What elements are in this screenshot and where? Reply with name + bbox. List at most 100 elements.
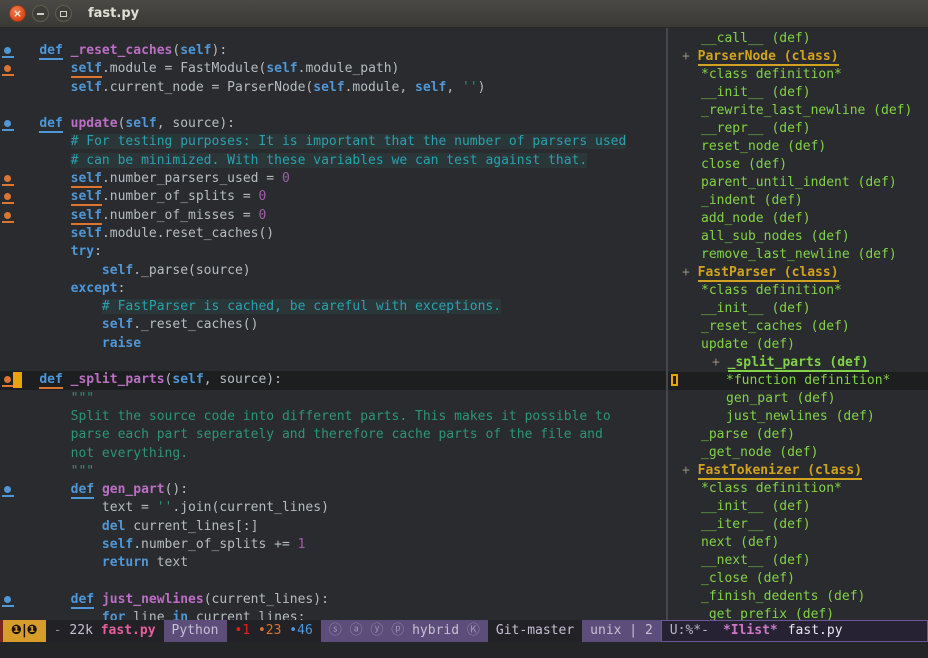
code-token: def: [39, 43, 62, 60]
code-pane[interactable]: def _reset_caches(self): self.module = F…: [0, 28, 666, 620]
code-line[interactable]: # For testing purposes: It is important …: [0, 133, 666, 151]
modeline-major-mode[interactable]: Python: [164, 620, 227, 642]
code-line[interactable]: for line in current_lines:: [0, 609, 666, 620]
code-token: update: [71, 116, 118, 131]
imenu-item[interactable]: add_node (def): [668, 210, 928, 228]
imenu-item[interactable]: __iter__ (def): [668, 516, 928, 534]
imenu-pane[interactable]: __call__ (def)+ ParserNode (class)*class…: [668, 28, 928, 620]
code-token: def: [39, 372, 62, 389]
code-line[interactable]: Split the source code into different par…: [0, 408, 666, 426]
modeline-git-branch[interactable]: Git-master: [488, 620, 582, 642]
imenu-item[interactable]: _parse (def): [668, 426, 928, 444]
code-line[interactable]: parse each part seperately and therefore…: [0, 426, 666, 444]
minimize-button[interactable]: [32, 5, 49, 22]
code-token: :: [94, 244, 102, 259]
bookmark-underline: [2, 221, 14, 223]
code-line[interactable]: def update(self, source):: [0, 115, 666, 133]
modeline-encoding[interactable]: unix | 2: [582, 620, 661, 642]
imenu-label: add_node (def): [701, 211, 811, 226]
code-line[interactable]: self.number_of_misses = 0: [0, 207, 666, 225]
imenu-item[interactable]: __repr__ (def): [668, 120, 928, 138]
imenu-item[interactable]: _get_node (def): [668, 444, 928, 462]
code-line[interactable]: self.number_parsers_used = 0: [0, 170, 666, 188]
code-line[interactable]: return text: [0, 554, 666, 572]
imenu-item[interactable]: __call__ (def): [668, 30, 928, 48]
code-token: .number_of_splits +=: [133, 537, 297, 552]
modeline-imenu-window[interactable]: U:%*- *Ilist* fast.py: [661, 620, 928, 642]
imenu-item[interactable]: reset_node (def): [668, 138, 928, 156]
bookmark-dot-icon: [4, 212, 11, 219]
imenu-item[interactable]: remove_last_newline (def): [668, 246, 928, 264]
imenu-label: reset_node (def): [701, 139, 826, 154]
code-line[interactable]: """: [0, 463, 666, 481]
modeline-flycheck-counts[interactable]: •1 •23 •46: [227, 620, 321, 642]
imenu-item[interactable]: _get_prefix (def): [668, 606, 928, 620]
code-token: [8, 519, 102, 534]
code-line[interactable]: not everything.: [0, 445, 666, 463]
imenu-item[interactable]: __init__ (def): [668, 300, 928, 318]
code-line[interactable]: def _reset_caches(self):: [0, 42, 666, 60]
code-line[interactable]: text = ''.join(current_lines): [0, 499, 666, 517]
imenu-item[interactable]: gen_part (def): [668, 390, 928, 408]
imenu-item[interactable]: parent_until_indent (def): [668, 174, 928, 192]
code-token: # FastParser is cached, be careful with …: [102, 299, 501, 314]
code-line[interactable]: try:: [0, 243, 666, 261]
imenu-item[interactable]: _rewrite_last_newline (def): [668, 102, 928, 120]
imenu-item[interactable]: *class definition*: [668, 480, 928, 498]
code-token: except: [71, 281, 118, 296]
code-token: [8, 592, 71, 607]
code-line[interactable]: # FastParser is cached, be careful with …: [0, 298, 666, 316]
imenu-item[interactable]: _reset_caches (def): [668, 318, 928, 336]
maximize-button[interactable]: [55, 5, 72, 22]
imenu-item[interactable]: __next__ (def): [668, 552, 928, 570]
code-line[interactable]: def _split_parts(self, source):: [0, 371, 666, 389]
imenu-item[interactable]: _indent (def): [668, 192, 928, 210]
code-token: _split_parts: [71, 372, 165, 387]
code-line[interactable]: del current_lines[:]: [0, 518, 666, 536]
imenu-item[interactable]: next (def): [668, 534, 928, 552]
modeline-window-numbers[interactable]: ❶|❶: [0, 620, 46, 642]
imenu-item[interactable]: __init__ (def): [668, 498, 928, 516]
code-token: [8, 537, 102, 552]
imenu-label: __repr__ (def): [701, 121, 811, 136]
code-line[interactable]: def gen_part():: [0, 481, 666, 499]
imenu-item[interactable]: + _split_parts (def): [668, 354, 928, 372]
imenu-item[interactable]: + FastTokenizer (class): [668, 462, 928, 480]
imenu-label: FastTokenizer (class): [698, 463, 862, 480]
close-button[interactable]: ×: [9, 5, 26, 22]
imenu-item[interactable]: *class definition*: [668, 66, 928, 84]
modeline-buffer-info[interactable]: - 22k fast.py: [46, 620, 164, 642]
code-line[interactable]: except:: [0, 280, 666, 298]
imenu-item[interactable]: __init__ (def): [668, 84, 928, 102]
imenu-item[interactable]: + FastParser (class): [668, 264, 928, 282]
code-token: del: [102, 519, 125, 534]
code-token: self: [71, 189, 102, 206]
imenu-item[interactable]: just_newlines (def): [668, 408, 928, 426]
code-line[interactable]: def just_newlines(current_lines):: [0, 591, 666, 609]
imenu-item[interactable]: _finish_dedents (def): [668, 588, 928, 606]
code-token: ): [478, 80, 486, 95]
code-line[interactable]: self.module.reset_caches(): [0, 225, 666, 243]
imenu-item[interactable]: all_sub_nodes (def): [668, 228, 928, 246]
code-token: [94, 482, 102, 497]
code-line[interactable]: self.number_of_splits += 1: [0, 536, 666, 554]
code-line[interactable]: self.number_of_splits = 0: [0, 188, 666, 206]
imenu-item[interactable]: *class definition*: [668, 282, 928, 300]
imenu-item[interactable]: _close (def): [668, 570, 928, 588]
code-line[interactable]: raise: [0, 335, 666, 353]
code-line[interactable]: self.current_node = ParserNode(self.modu…: [0, 79, 666, 97]
code-line[interactable]: [0, 573, 666, 591]
code-line[interactable]: self._parse(source): [0, 262, 666, 280]
imenu-item[interactable]: close (def): [668, 156, 928, 174]
modeline-minor-modes[interactable]: ⓢ ⓐ ⓨ ⓟ hybrid Ⓚ: [321, 620, 488, 642]
code-line[interactable]: [0, 97, 666, 115]
code-line[interactable]: self.module = FastModule(self.module_pat…: [0, 60, 666, 78]
imenu-item[interactable]: update (def): [668, 336, 928, 354]
code-line[interactable]: [0, 353, 666, 371]
imenu-item[interactable]: + ParserNode (class): [668, 48, 928, 66]
modeline-text: Python: [172, 623, 219, 638]
imenu-item[interactable]: *function definition*: [668, 372, 928, 390]
code-line[interactable]: # can be minimized. With these variables…: [0, 152, 666, 170]
code-line[interactable]: self._reset_caches(): [0, 316, 666, 334]
code-line[interactable]: """: [0, 390, 666, 408]
